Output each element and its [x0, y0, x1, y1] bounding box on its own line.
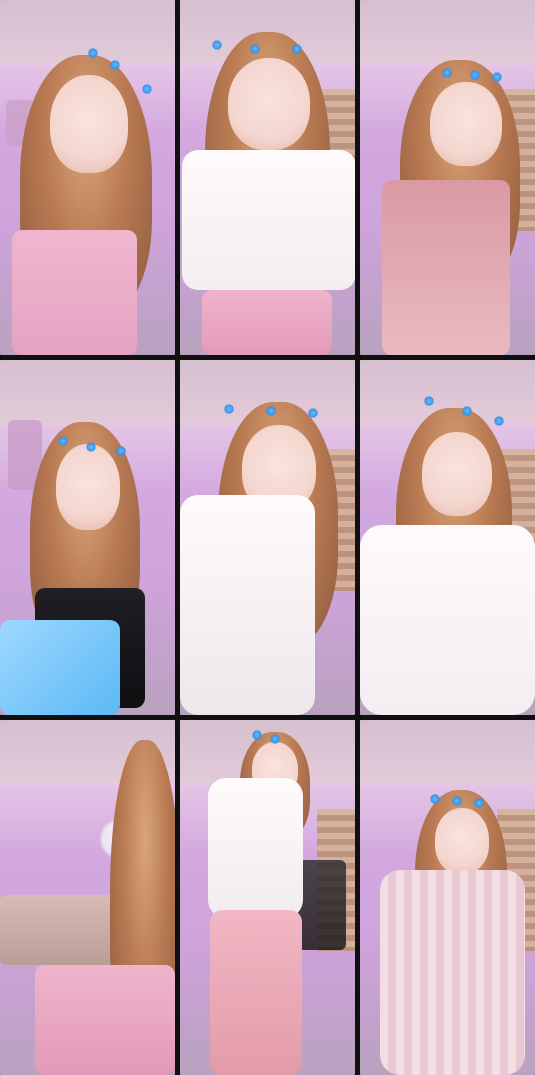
photo-4 [0, 360, 175, 715]
face [430, 82, 502, 166]
photo-7 [0, 720, 175, 1075]
chair [298, 860, 346, 950]
pink-top [35, 965, 175, 1075]
photo-8 [180, 720, 355, 1075]
ceiling [0, 360, 175, 424]
pink-dress [382, 180, 510, 355]
photo-1 [0, 0, 175, 355]
ceiling [360, 720, 535, 784]
face [50, 75, 128, 173]
face [228, 58, 310, 150]
white-garment [182, 150, 355, 290]
photo-5 [180, 360, 355, 715]
face [422, 432, 492, 516]
photo-6 [360, 360, 535, 715]
white-dress [208, 778, 303, 918]
white-blouse [360, 525, 535, 715]
striped-outfit [380, 870, 525, 1075]
ceiling [360, 0, 535, 64]
photo-2 [180, 0, 355, 355]
photo-grid [0, 0, 535, 1075]
face [435, 808, 489, 874]
photo-9 [360, 720, 535, 1075]
face [56, 444, 120, 530]
photo-3 [360, 0, 535, 355]
pink-top [12, 230, 137, 355]
blue-garment [0, 620, 120, 715]
pink-pants [210, 910, 302, 1075]
white-garment [180, 495, 315, 715]
pink-top [202, 290, 332, 355]
